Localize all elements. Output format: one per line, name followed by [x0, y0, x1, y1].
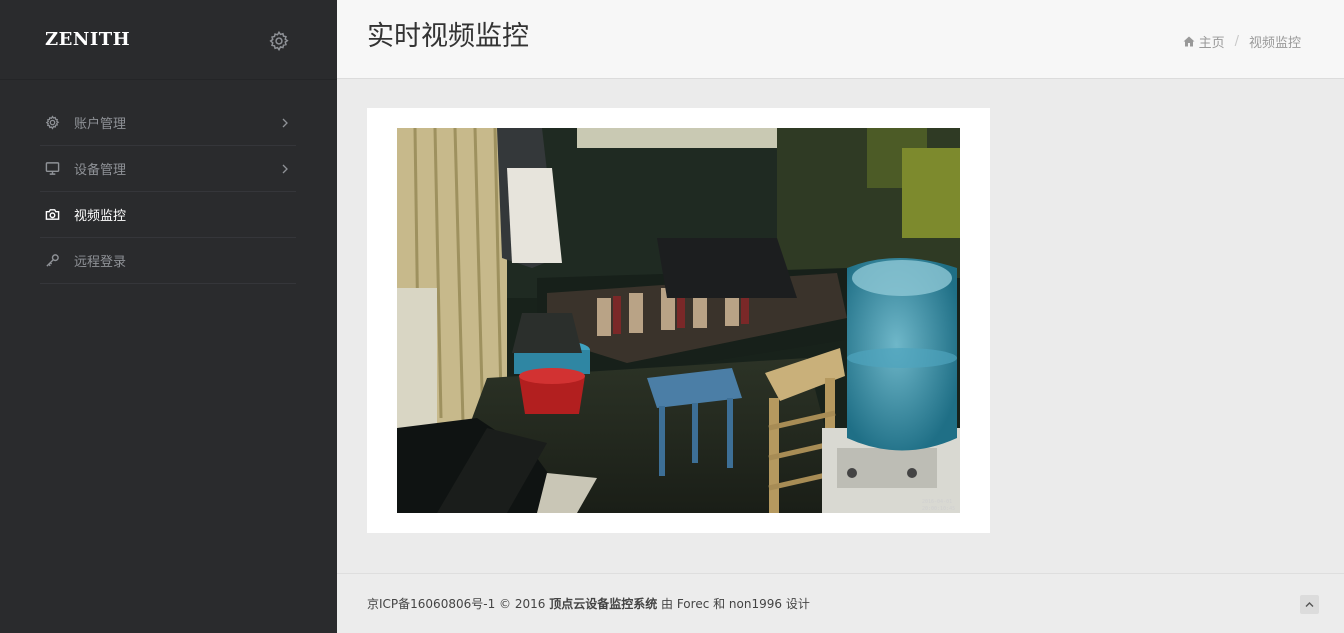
video-frame: 2016-04-01 20:00:10:45 [397, 128, 960, 513]
sidebar-item-label: 设备管理 [74, 163, 127, 178]
sidebar-item-label: 视频监控 [74, 209, 127, 224]
sidebar: ZENITH 账户管理 设备管理 视频监控 远程登录 [0, 0, 337, 633]
video-card: 2016-04-01 20:00:10:45 [367, 108, 990, 533]
live-video-feed[interactable]: 2016-04-01 20:00:10:45 [397, 128, 960, 513]
breadcrumb-separator: / [1234, 34, 1239, 49]
footer-system-name[interactable]: 顶点云设备监控系统 [549, 597, 657, 611]
sidebar-item-video-monitor[interactable]: 视频监控 [40, 192, 296, 238]
home-icon [1183, 36, 1195, 47]
settings-gear-icon[interactable] [268, 30, 290, 52]
chevron-right-icon [282, 118, 288, 128]
sidebar-item-account[interactable]: 账户管理 [40, 100, 296, 146]
back-to-top-button[interactable] [1300, 595, 1319, 614]
gear-icon [44, 115, 60, 131]
breadcrumb-current: 视频监控 [1248, 36, 1301, 51]
page-header: 实时视频监控 主页 / 视频监控 [337, 0, 1344, 79]
footer-copyright: 京ICP备16060806号-1 © 2016 顶点云设备监控系统 由 Fore… [367, 595, 810, 612]
video-timestamp-time: 20:00:10:45 [922, 506, 955, 512]
camera-icon [44, 207, 60, 223]
footer-prefix: 京ICP备16060806号-1 © 2016 [367, 597, 550, 611]
chevron-right-icon [282, 164, 288, 174]
monitor-icon [44, 161, 60, 177]
video-timestamp-date: 2016-04-01 [922, 499, 952, 505]
key-icon [44, 253, 60, 269]
sidebar-item-label: 账户管理 [74, 117, 127, 132]
page-footer: 京ICP备16060806号-1 © 2016 顶点云设备监控系统 由 Fore… [337, 573, 1344, 633]
sidebar-nav: 账户管理 设备管理 视频监控 远程登录 [40, 100, 296, 284]
page-title: 实时视频监控 [367, 21, 529, 52]
brand-bar: ZENITH [0, 0, 337, 80]
sidebar-item-label: 远程登录 [74, 255, 127, 270]
breadcrumb-home-label: 主页 [1198, 36, 1225, 51]
footer-credits: 由 Forec 和 non1996 设计 [657, 597, 810, 611]
sidebar-item-devices[interactable]: 设备管理 [40, 146, 296, 192]
breadcrumb-home-link[interactable]: 主页 [1183, 32, 1225, 51]
brand-logo[interactable]: ZENITH [45, 29, 130, 50]
breadcrumb: 主页 / 视频监控 [1183, 32, 1301, 51]
sidebar-item-remote-login[interactable]: 远程登录 [40, 238, 296, 284]
chevron-up-icon [1305, 602, 1314, 607]
